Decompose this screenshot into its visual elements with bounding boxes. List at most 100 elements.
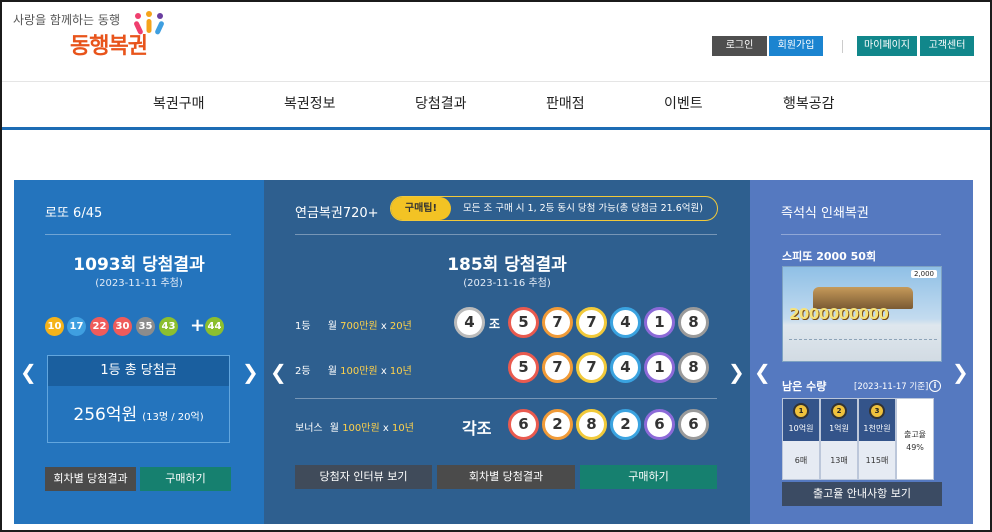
remain-count: 115매: [865, 456, 889, 465]
rate-label: 출고율: [903, 430, 927, 439]
pension-number-ball: 1: [644, 352, 675, 383]
main-nav: 복권구매 복권정보 당첨결과 판매점 이벤트 행복공감: [2, 82, 990, 130]
pension-number-ball: 5: [508, 307, 539, 338]
scratch-ticket-image[interactable]: 2,000 2000000000: [782, 266, 942, 362]
rank2-info: 2등 월 100만원 x 10년: [295, 362, 412, 377]
lotto-number-ball: 43: [159, 317, 178, 336]
bonus-amount: 100만원: [342, 423, 380, 434]
pension-draw-title: 185회 당첨결과: [447, 255, 567, 275]
pension-draw-date: (2023-11-16 추첨): [463, 278, 551, 289]
bonus-number-ball: 8: [576, 409, 607, 440]
pension-title: 연금복권720+: [295, 206, 379, 221]
bonus-label: 보너스: [295, 423, 323, 434]
nav-item-stores[interactable]: 판매점: [546, 82, 585, 127]
divider: [295, 398, 717, 399]
nav-item-results[interactable]: 당첨결과: [415, 82, 467, 127]
nav-item-buy[interactable]: 복권구매: [153, 82, 205, 127]
pension-number-ball: 7: [542, 352, 573, 383]
remain-count: 13매: [830, 456, 848, 465]
nav-item-happy[interactable]: 행복공감: [783, 82, 835, 127]
remain-header: 3 1천만원: [859, 399, 895, 441]
pension-prev-arrow[interactable]: ❮: [270, 362, 287, 382]
pension-number-ball: 8: [678, 352, 709, 383]
prize-amount: 256억원: [73, 405, 138, 425]
instant-next-arrow[interactable]: ❯: [952, 362, 969, 382]
group-suffix: 조: [489, 317, 501, 331]
pension-number-ball: 7: [576, 307, 607, 338]
rank2-prefix: 월: [327, 366, 341, 377]
login-button[interactable]: 로그인: [712, 36, 767, 56]
prize-detail: (13명 / 20억): [142, 412, 204, 423]
lotto-number-ball: 30: [113, 317, 132, 336]
pension-number-ball: 1: [644, 307, 675, 338]
rank1-info: 1등 월 700만원 x 20년: [295, 317, 412, 332]
bonus-info: 보너스 월 100만원 x 10년: [295, 419, 414, 434]
instant-prev-arrow[interactable]: ❮: [754, 362, 771, 382]
buy-tip-text: 모든 조 구매 시 1, 2등 동시 당첨 가능(총 당첨금 21.6억원): [463, 203, 703, 214]
support-button[interactable]: 고객센터: [920, 36, 974, 56]
medal-icon: 2: [831, 403, 847, 419]
remain-tier-label: 1천만원: [863, 424, 891, 433]
prize-label: 1등 총 당첨금: [48, 356, 229, 386]
lotto-draw-title: 1093회 당첨결과: [73, 255, 205, 275]
rank2-years: 10년: [389, 366, 412, 377]
mypage-button[interactable]: 마이페이지: [857, 36, 917, 56]
lotto-number-ball: 17: [67, 317, 86, 336]
pension-next-arrow[interactable]: ❯: [728, 362, 745, 382]
info-icon[interactable]: i: [929, 380, 941, 392]
header: 사랑을 함께하는 동행 동행복권 로그인 회원가입 마이페이지 고객센터: [2, 2, 990, 82]
lotto-draw-date: (2023-11-11 추첨): [95, 278, 183, 289]
pension-buy-button[interactable]: 구매하기: [580, 465, 717, 489]
prize-box: 1등 총 당첨금 256억원 (13명 / 20억): [47, 355, 230, 443]
pension-number-ball: 4: [610, 352, 641, 383]
ticket-price: 2,000: [910, 270, 937, 278]
instant-title: 즉석식 인쇄복권: [781, 206, 869, 221]
lotto-next-arrow[interactable]: ❯: [242, 362, 259, 382]
nav-item-info[interactable]: 복권정보: [284, 82, 336, 127]
remain-tier-label: 1억원: [829, 424, 849, 433]
ticket-amount: 2000000000: [789, 305, 889, 323]
lotto-prev-arrow[interactable]: ❮: [20, 362, 37, 382]
group-number-ball: 4: [454, 307, 485, 338]
pension-number-ball: 4: [610, 307, 641, 338]
pension-number-ball: 5: [508, 352, 539, 383]
rank1-years: 20년: [389, 321, 412, 332]
divider: [45, 234, 231, 235]
plus-sign: +: [190, 315, 206, 336]
pension-history-button[interactable]: 회차별 당첨결과: [437, 465, 575, 489]
lotto-number-ball: 35: [136, 317, 155, 336]
lotto-buy-button[interactable]: 구매하기: [140, 467, 231, 491]
bonus-number-ball: 6: [678, 409, 709, 440]
join-button[interactable]: 회원가입: [769, 36, 823, 56]
divider: [842, 40, 843, 53]
rate-value: 49%: [906, 443, 924, 452]
medal-icon: 1: [793, 403, 809, 419]
lotto-number-ball: 10: [45, 317, 64, 336]
pension-number-ball: 8: [678, 307, 709, 338]
remain-column: 2 1억원 13매: [820, 398, 858, 480]
nav-item-events[interactable]: 이벤트: [664, 82, 703, 127]
release-notice-button[interactable]: 출고율 안내사항 보기: [782, 482, 942, 506]
instant-product-name[interactable]: 스피또 2000 50회: [782, 248, 876, 264]
prize-amount-row: 256억원 (13명 / 20억): [48, 400, 229, 425]
group-all-label: 각조: [462, 419, 492, 438]
bonus-number-ball: 44: [205, 317, 224, 336]
remain-header: 2 1억원: [821, 399, 857, 441]
buy-tip-box: 구매팁! 모든 조 구매 시 1, 2등 동시 당첨 가능(총 당첨금 21.6…: [390, 196, 718, 221]
buy-tip-label: 구매팁!: [391, 197, 451, 220]
pension-number-ball: 7: [576, 352, 607, 383]
rank1-amount: 700만원: [340, 321, 378, 332]
rank2-amount: 100만원: [340, 366, 378, 377]
lotto-title: 로또 6/45: [45, 206, 103, 221]
bonus-mid: x: [379, 423, 392, 434]
rank1-mid: x: [377, 321, 390, 332]
remain-tier-label: 10억원: [788, 424, 814, 433]
rank1-label: 1등: [295, 321, 311, 332]
remain-count: 6매: [794, 456, 808, 465]
lotto-history-button[interactable]: 회차별 당첨결과: [45, 467, 136, 491]
bonus-number-ball: 2: [610, 409, 641, 440]
logo-fan-icon: [134, 11, 164, 35]
interview-button[interactable]: 당첨자 인터뷰 보기: [295, 465, 432, 489]
bonus-number-ball: 6: [644, 409, 675, 440]
remain-header: 1 10억원: [783, 399, 819, 441]
